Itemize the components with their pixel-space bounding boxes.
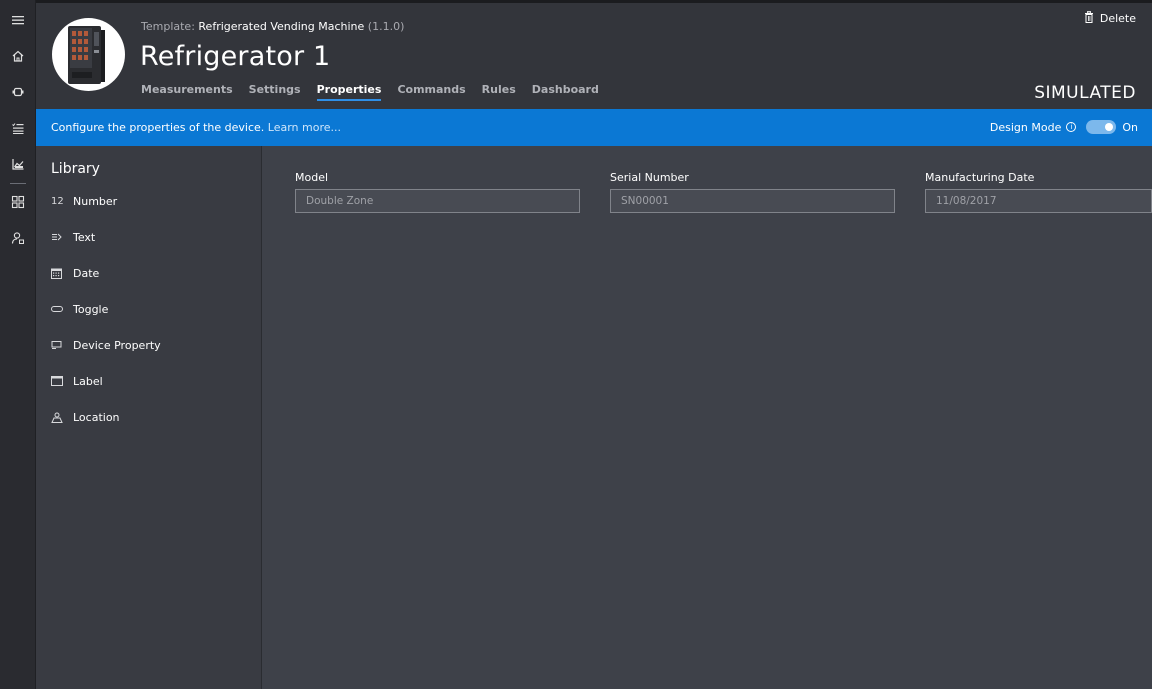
delete-button[interactable]: Delete [1084, 11, 1136, 26]
serial-number-input[interactable] [610, 189, 895, 213]
design-mode-control: Design Mode i On [990, 120, 1138, 134]
library-item-label: Number [73, 194, 118, 208]
library-item-label: Date [73, 266, 100, 280]
manufacturing-date-input[interactable] [925, 189, 1152, 213]
properties-canvas: Model Serial Number Manufacturing Date [262, 146, 1152, 689]
text-icon [51, 232, 73, 242]
library-title: Library [51, 161, 100, 177]
location-icon [51, 412, 73, 423]
hamburger-menu-icon[interactable] [0, 5, 36, 35]
device-property-icon [51, 340, 73, 350]
number-icon: 12 [51, 195, 64, 207]
app-root: Template: Refrigerated Vending Machine (… [0, 0, 1152, 689]
toggle-icon [51, 305, 73, 313]
left-nav-rail [0, 0, 36, 689]
property-label: Model [295, 171, 329, 184]
tab-properties[interactable]: Properties [316, 83, 382, 101]
property-serial-number: Serial Number [610, 171, 895, 213]
property-manufacturing-date: Manufacturing Date [925, 171, 1152, 213]
template-name[interactable]: Refrigerated Vending Machine [198, 20, 364, 33]
design-mode-toggle[interactable] [1086, 120, 1117, 134]
library-item-label: Location [73, 410, 120, 424]
template-info: Template: Refrigerated Vending Machine (… [141, 20, 404, 33]
tab-settings[interactable]: Settings [249, 83, 301, 101]
library-item-label-widget[interactable]: Label [51, 371, 103, 391]
property-label: Manufacturing Date [925, 171, 1035, 184]
calendar-icon [51, 268, 73, 279]
library-item-text[interactable]: Text [51, 227, 95, 247]
template-version: (1.1.0) [367, 20, 405, 33]
rail-divider [10, 183, 26, 184]
tab-rules[interactable]: Rules [482, 83, 516, 101]
library-item-device-property[interactable]: Device Property [51, 335, 161, 355]
library-item-label: Text [73, 230, 96, 244]
info-text: Configure the properties of the device. [51, 121, 265, 134]
library-item-label: Device Property [73, 338, 161, 352]
library-item-label: Label [73, 374, 103, 388]
label-icon [51, 376, 73, 386]
learn-more-link[interactable]: Learn more... [268, 121, 341, 134]
library-panel: Library 12 Number Text Date Toggle Devic… [36, 146, 262, 689]
model-input[interactable] [295, 189, 580, 213]
device-title[interactable]: Refrigerator 1 [140, 41, 330, 72]
property-model: Model [295, 171, 580, 213]
info-bar: Configure the properties of the device. … [36, 109, 1152, 146]
info-message: Configure the properties of the device. … [51, 121, 341, 134]
user-admin-icon[interactable] [0, 223, 36, 253]
design-mode-state: On [1122, 120, 1138, 134]
tab-dashboard[interactable]: Dashboard [532, 83, 599, 101]
library-item-toggle[interactable]: Toggle [51, 299, 108, 319]
analytics-icon[interactable] [0, 149, 36, 179]
library-item-location[interactable]: Location [51, 407, 120, 427]
info-icon[interactable]: i [1066, 122, 1077, 132]
property-label: Serial Number [610, 171, 689, 184]
top-border [36, 0, 1152, 3]
device-tabs: Measurements Settings Properties Command… [141, 83, 615, 101]
device-image [52, 18, 125, 91]
tab-measurements[interactable]: Measurements [141, 83, 233, 101]
template-prefix: Template: [141, 20, 195, 33]
rules-list-icon[interactable] [0, 113, 36, 143]
library-item-date[interactable]: Date [51, 263, 99, 283]
home-icon[interactable] [0, 41, 36, 71]
trash-icon [1084, 11, 1094, 26]
design-mode-label: Design Mode [989, 120, 1062, 134]
devices-icon[interactable] [0, 77, 36, 107]
library-item-label: Toggle [73, 302, 109, 316]
toggle-knob [1105, 123, 1114, 131]
tab-commands[interactable]: Commands [397, 83, 465, 101]
device-header: Template: Refrigerated Vending Machine (… [36, 0, 1152, 109]
simulated-status: SIMULATED [1034, 83, 1136, 103]
delete-label: Delete [1099, 12, 1136, 25]
library-item-number[interactable]: 12 Number [51, 191, 117, 211]
dashboard-grid-icon[interactable] [0, 187, 36, 217]
